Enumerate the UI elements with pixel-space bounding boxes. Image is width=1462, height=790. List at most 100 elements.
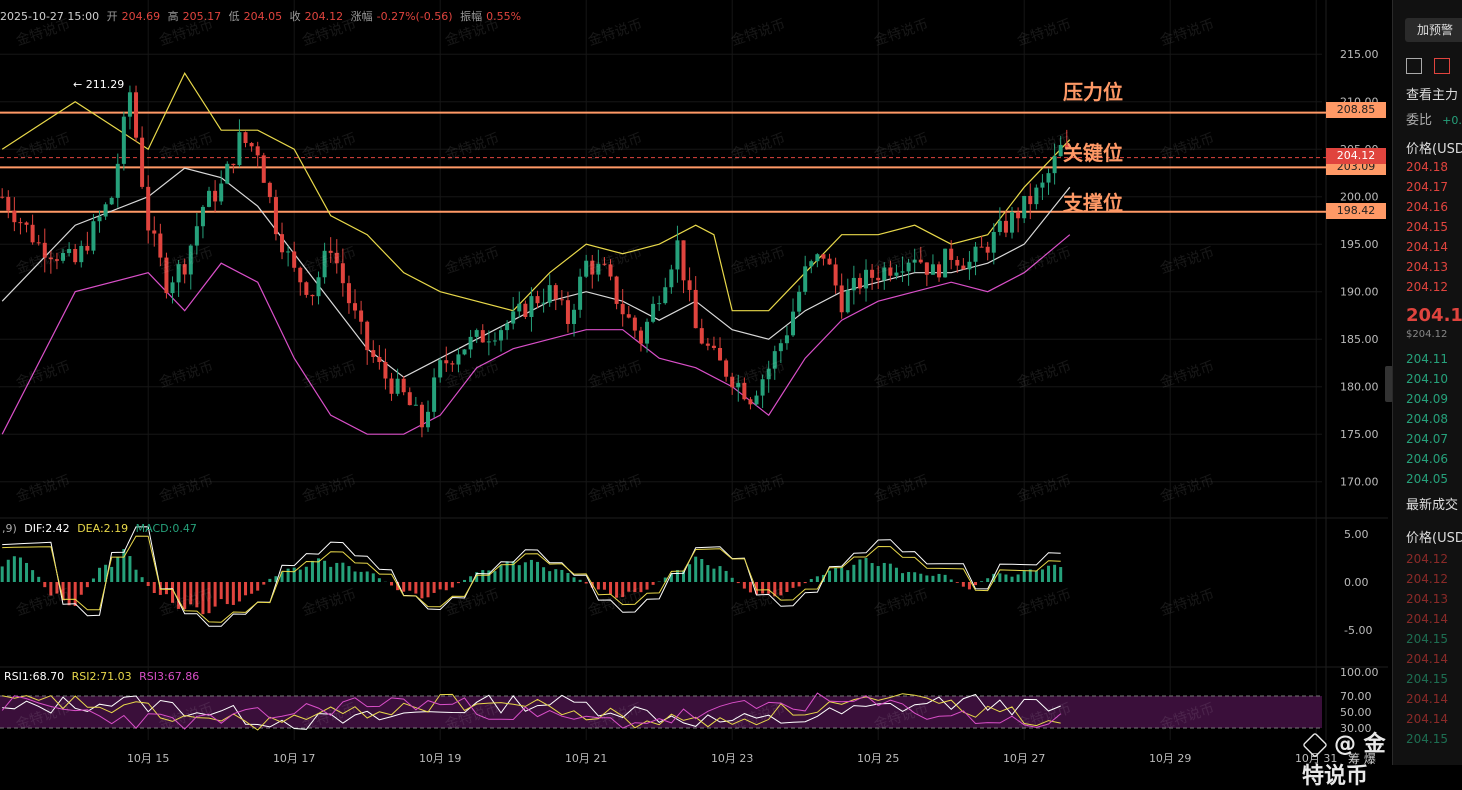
price-row: 204.15: [1406, 632, 1448, 646]
current-price-tag: 204.12: [1326, 148, 1386, 164]
candle-body: [0, 197, 4, 198]
macd-histogram-bar: [451, 582, 454, 587]
candle-body: [189, 246, 193, 275]
candle-body: [815, 254, 819, 261]
candle-body: [523, 304, 527, 317]
candle-body: [420, 405, 424, 428]
macd-histogram-bar: [694, 557, 697, 582]
y-tick-label: 185.00: [1340, 333, 1379, 346]
high-label: 高: [168, 10, 179, 23]
candle-body: [980, 247, 984, 248]
macd-histogram-bar: [500, 565, 503, 582]
macd-histogram-bar: [639, 582, 642, 592]
macd-histogram-bar: [366, 572, 369, 582]
price-row: 204.12: [1406, 572, 1448, 586]
candle-body: [225, 164, 229, 184]
macd-histogram-bar: [828, 571, 831, 582]
macd-histogram-bar: [427, 582, 430, 597]
candle-body: [548, 285, 552, 303]
macd-histogram-bar: [128, 556, 131, 582]
bollinger-upper-line: [2, 73, 1070, 311]
candle-body: [61, 253, 65, 261]
macd-histogram-bar: [767, 582, 770, 594]
bollinger-mid-line: [2, 168, 1070, 377]
macd-histogram-bar: [554, 569, 557, 582]
candle-body: [536, 296, 540, 303]
macd-histogram-bar: [560, 570, 563, 582]
macd-histogram-bar: [116, 557, 119, 582]
macd-histogram-bar: [938, 574, 941, 582]
key-level-label: 关键位: [1063, 137, 1123, 166]
macd-histogram-bar: [481, 570, 484, 582]
macd-histogram-bar: [141, 577, 144, 582]
macd-histogram-bar: [749, 582, 752, 592]
candle-body: [383, 362, 387, 378]
macd-histogram-bar: [737, 582, 740, 583]
candle-body: [967, 262, 971, 270]
macd-histogram-bar: [7, 560, 10, 582]
candle-body: [450, 363, 454, 364]
rsi-y-tick: 100.00: [1340, 666, 1379, 679]
candle-body: [274, 197, 278, 234]
candle-body: [955, 260, 959, 266]
candle-body: [408, 392, 412, 405]
candle-body: [335, 253, 339, 263]
candle-body: [37, 242, 41, 243]
candle-body: [870, 270, 874, 278]
candle-body: [1016, 212, 1020, 218]
chart-canvas[interactable]: 10月 1510月 1710月 1910月 2110月 2310月 2510月 …: [0, 0, 1388, 765]
macd-histogram-bar: [1047, 566, 1050, 582]
price-row: 204.13: [1406, 260, 1448, 274]
chart-area[interactable]: 10月 1510月 1710月 1910月 2110月 2310月 2510月 …: [0, 0, 1388, 765]
candle-body: [566, 300, 570, 324]
price-row: 204.16: [1406, 200, 1448, 214]
candle-body: [463, 349, 467, 354]
macd-y-tick: 0.00: [1344, 576, 1369, 589]
candle-body: [414, 405, 418, 406]
candle-body: [949, 249, 953, 260]
macd-histogram-bar: [895, 568, 898, 582]
candle-body: [73, 249, 77, 262]
macd-histogram-bar: [536, 562, 539, 582]
x-tick-label: 10月 27: [1003, 752, 1046, 765]
candle-body: [91, 221, 95, 250]
candle-body: [469, 337, 473, 350]
candle-body: [700, 328, 704, 343]
macd-histogram-bar: [43, 582, 46, 587]
macd-y-tick: -5.00: [1344, 624, 1372, 637]
macd-histogram-bar: [110, 567, 113, 582]
main-force-link[interactable]: 查看主力: [1406, 84, 1458, 103]
macd-histogram-bar: [293, 568, 296, 582]
macd-histogram-bar: [177, 582, 180, 609]
candle-body: [688, 280, 692, 290]
macd-histogram-bar: [414, 582, 417, 594]
chart-type-icon[interactable]: [1434, 58, 1450, 74]
candle-body: [110, 198, 114, 204]
macd-histogram-bar: [420, 582, 423, 598]
y-tick-label: 195.00: [1340, 238, 1379, 251]
candle-body: [98, 217, 102, 222]
candle-body: [298, 268, 302, 282]
candle-body: [493, 340, 497, 341]
candle-body: [359, 311, 363, 322]
y-tick-label: 170.00: [1340, 476, 1379, 489]
candle-body: [882, 268, 886, 281]
macd-histogram-bar: [25, 563, 28, 582]
candle-body: [1040, 183, 1044, 188]
candle-body: [237, 132, 241, 165]
layout-icon[interactable]: [1406, 58, 1422, 74]
commission-ratio-label: 委比: [1406, 113, 1432, 128]
asks-price-header: 价格(USD: [1406, 138, 1462, 157]
add-alert-button[interactable]: 加预警: [1405, 18, 1462, 42]
price-row: 204.17: [1406, 180, 1448, 194]
support-price-tag: 198.42: [1326, 203, 1386, 219]
candle-body: [146, 187, 150, 231]
macd-histogram-bar: [931, 576, 934, 582]
y-tick-label: 200.00: [1340, 191, 1379, 204]
macd-histogram-bar: [323, 561, 326, 582]
macd-histogram-bar: [226, 582, 229, 604]
macd-histogram-bar: [950, 579, 953, 582]
bottom-tab-truncated[interactable]: 筹 爆: [1348, 750, 1376, 767]
macd-histogram-bar: [968, 582, 971, 589]
macd-histogram-bar: [1011, 577, 1014, 582]
